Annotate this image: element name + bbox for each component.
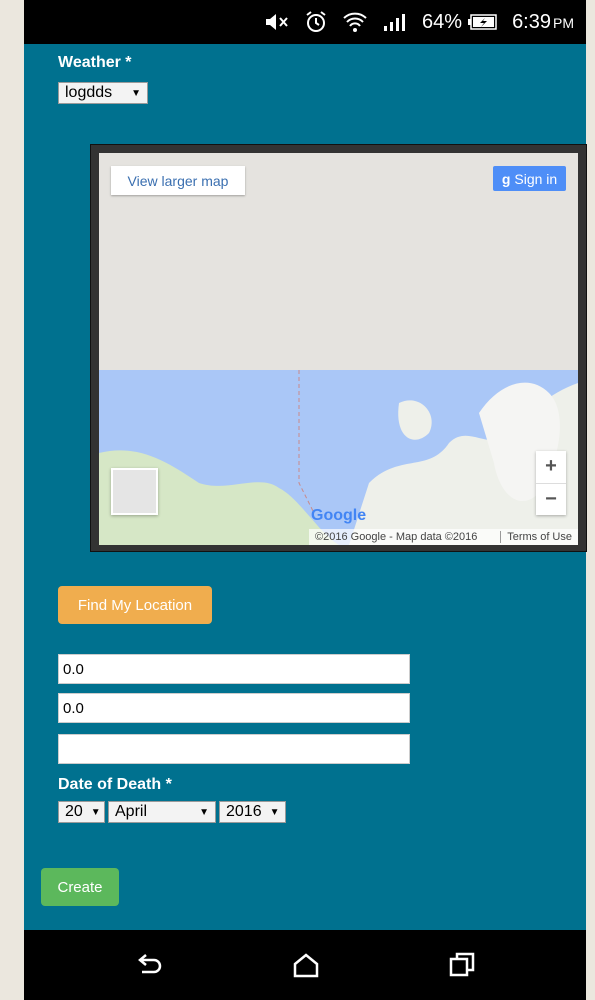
app-screen: 64% 6:39 PM Weather * logdds ▼ View large…: [24, 0, 587, 1000]
battery-charging-icon: [468, 13, 498, 31]
find-my-location-button[interactable]: Find My Location: [58, 586, 212, 624]
zoom-in-button[interactable]: +: [536, 451, 566, 483]
back-icon[interactable]: [134, 950, 164, 980]
map-attribution-bar: ©2016 Google - Map data ©2016 Terms of U…: [309, 529, 578, 545]
location-extra-field[interactable]: [58, 734, 410, 764]
longitude-field[interactable]: 0.0: [58, 693, 410, 723]
wifi-icon: [342, 10, 368, 34]
date-of-death-label: Date of Death *: [58, 776, 172, 793]
mute-icon: [264, 12, 290, 32]
weather-label: Weather *: [58, 54, 132, 71]
view-larger-map-link[interactable]: View larger map: [111, 166, 245, 195]
map-land-shapes: [99, 370, 578, 545]
year-select-value: 2016: [226, 803, 262, 820]
chevron-down-icon: ▼: [199, 806, 209, 818]
navigation-bar: [24, 930, 586, 1000]
month-select-value: April: [115, 803, 148, 820]
street-view-pegman[interactable]: [111, 468, 158, 515]
map-frame: View larger map g Sign in + − Google ©20…: [90, 144, 587, 552]
recent-apps-icon[interactable]: [447, 950, 477, 980]
map-attribution: ©2016 Google - Map data ©2016: [315, 531, 478, 543]
terms-of-use-link[interactable]: Terms of Use: [500, 531, 572, 543]
map-view[interactable]: View larger map g Sign in + − Google ©20…: [99, 153, 578, 545]
google-logo-text: Google: [311, 507, 367, 524]
signal-icon: [382, 12, 408, 32]
weather-select-value: logdds: [65, 84, 113, 101]
chevron-down-icon: ▼: [131, 87, 141, 99]
map-sign-in-label: Sign in: [514, 170, 558, 187]
clock: 6:39 PM: [512, 11, 574, 34]
status-bar: 64% 6:39 PM: [24, 0, 586, 44]
chevron-down-icon: ▼: [90, 806, 101, 818]
google-g-icon: g: [501, 170, 511, 187]
home-icon[interactable]: [291, 950, 321, 980]
clock-time: 6:39: [512, 10, 551, 33]
battery-indicator: 64%: [422, 11, 498, 34]
latitude-field[interactable]: 0.0: [58, 654, 410, 684]
month-select[interactable]: April ▼: [108, 801, 216, 823]
map-sign-in-button[interactable]: g Sign in: [493, 166, 566, 191]
day-select[interactable]: 20 ▼: [58, 801, 105, 823]
zoom-controls: + −: [536, 451, 566, 515]
zoom-out-button[interactable]: −: [536, 484, 566, 516]
clock-suffix: PM: [553, 14, 574, 31]
create-button[interactable]: Create: [41, 868, 119, 906]
year-select[interactable]: 2016 ▼: [219, 801, 286, 823]
google-logo: Google: [311, 507, 366, 525]
chevron-down-icon: ▼: [269, 806, 280, 818]
alarm-icon: [304, 10, 328, 34]
battery-percent: 64%: [422, 10, 463, 33]
day-select-value: 20: [65, 803, 83, 820]
weather-select[interactable]: logdds ▼: [58, 82, 148, 104]
